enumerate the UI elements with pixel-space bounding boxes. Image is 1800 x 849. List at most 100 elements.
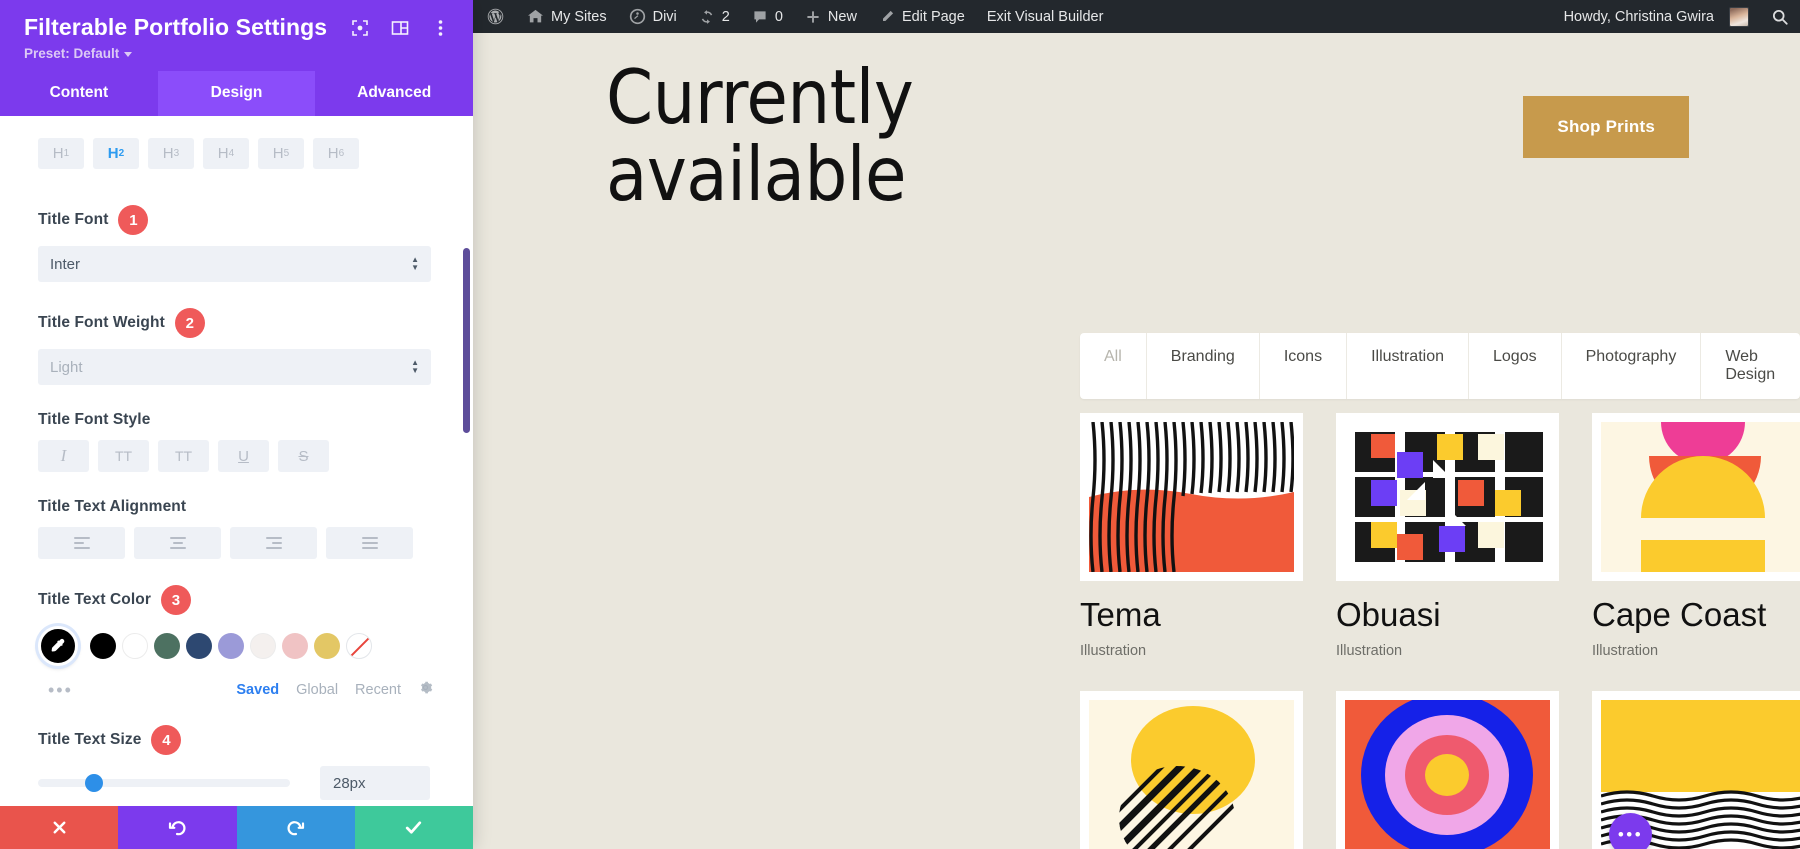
swatch-navy[interactable] — [186, 633, 212, 659]
italic-icon[interactable]: I — [38, 440, 89, 472]
color-tab-global[interactable]: Global — [296, 682, 338, 698]
heading-level-h3[interactable]: H3 — [148, 138, 194, 169]
align-center-icon[interactable] — [134, 527, 221, 559]
swatch-pink[interactable] — [282, 633, 308, 659]
portfolio-grid: Tema Illustration — [1080, 413, 1800, 849]
portfolio-item[interactable] — [1080, 691, 1303, 849]
color-tab-recent[interactable]: Recent — [355, 682, 401, 698]
portfolio-item[interactable]: Obuasi Illustration — [1336, 413, 1559, 659]
more-vertical-icon[interactable] — [429, 17, 451, 39]
redo-icon — [286, 818, 306, 838]
smallcaps-icon[interactable]: TT — [158, 440, 209, 472]
swatch-none[interactable] — [346, 633, 372, 659]
portfolio-title: Obuasi — [1336, 598, 1559, 631]
align-right-icon[interactable] — [230, 527, 317, 559]
portfolio-thumbnail[interactable] — [1080, 413, 1303, 581]
adminbar-wordpress-logo[interactable] — [473, 0, 516, 33]
filter-logos[interactable]: Logos — [1469, 333, 1562, 399]
filter-icons[interactable]: Icons — [1260, 333, 1347, 399]
h-sub: 3 — [174, 148, 180, 159]
uppercase-icon[interactable]: TT — [98, 440, 149, 472]
title-font-select[interactable]: Inter ▲▼ — [38, 246, 431, 282]
adminbar-new[interactable]: New — [794, 0, 868, 33]
filter-all[interactable]: All — [1080, 333, 1147, 399]
comments-icon — [752, 9, 768, 25]
filter-photography[interactable]: Photography — [1562, 333, 1702, 399]
portfolio-thumbnail[interactable] — [1080, 691, 1303, 849]
portfolio-thumbnail[interactable] — [1336, 413, 1559, 581]
swatch-periwinkle[interactable] — [218, 633, 244, 659]
adminbar-edit-page-label: Edit Page — [902, 9, 965, 25]
portfolio-filter-bar: All Branding Icons Illustration Logos Ph… — [1080, 333, 1800, 399]
settings-body: H1 H2 H3 H4 H5 H6 Title Font 1 Inter ▲▼ — [0, 116, 473, 806]
swatch-white[interactable] — [122, 633, 148, 659]
portfolio-item[interactable]: Tema Illustration — [1080, 413, 1303, 659]
adminbar-updates-count: 2 — [722, 9, 730, 25]
tab-content[interactable]: Content — [0, 71, 158, 116]
close-icon — [50, 818, 69, 837]
settings-scrollbar[interactable] — [463, 248, 470, 433]
adminbar-account[interactable]: Howdy, Christina Gwira — [1551, 0, 1760, 33]
adminbar-comments[interactable]: 0 — [741, 0, 794, 33]
undo-button[interactable] — [118, 806, 236, 849]
gear-icon[interactable] — [418, 680, 433, 699]
yellow-circle-hatch-artwork — [1089, 700, 1294, 849]
adminbar-my-sites[interactable]: My Sites — [516, 0, 618, 33]
align-left-icon[interactable] — [38, 527, 125, 559]
filter-branding[interactable]: Branding — [1147, 333, 1260, 399]
color-more-options[interactable]: ••• — [48, 681, 73, 699]
adminbar-search[interactable] — [1760, 0, 1800, 33]
strikethrough-icon[interactable]: S — [278, 440, 329, 472]
slider-handle[interactable] — [85, 774, 103, 792]
title-font-weight-select[interactable]: Light ▲▼ — [38, 349, 431, 385]
adminbar-divi[interactable]: Divi — [618, 0, 688, 33]
h-label: H — [163, 145, 174, 162]
color-tab-saved[interactable]: Saved — [236, 682, 279, 698]
shop-prints-button[interactable]: Shop Prints — [1523, 96, 1689, 158]
portfolio-thumbnail[interactable] — [1336, 691, 1559, 849]
field-title-font-weight: Title Font Weight 2 Light ▲▼ — [38, 308, 433, 385]
portfolio-title: Tema — [1080, 598, 1303, 631]
heading-level-h1[interactable]: H1 — [38, 138, 84, 169]
h-sub: 2 — [119, 148, 125, 159]
portfolio-category: Illustration — [1080, 643, 1303, 659]
floating-more-options-button[interactable]: ••• — [1609, 813, 1652, 849]
hero-heading: Currently available — [606, 59, 1046, 212]
swatch-black[interactable] — [90, 633, 116, 659]
heading-level-h2[interactable]: H2 — [93, 138, 139, 169]
portfolio-item[interactable]: Cape Coast Illustration — [1592, 413, 1800, 659]
tab-advanced[interactable]: Advanced — [315, 71, 473, 116]
portfolio-row — [1080, 691, 1800, 849]
title-text-size-slider[interactable] — [38, 779, 290, 787]
title-text-color-label: Title Text Color — [38, 591, 151, 609]
wp-admin-bar: My Sites Divi 2 0 New Edit Page Exit Vis… — [473, 0, 1800, 33]
h-sub: 6 — [339, 148, 345, 159]
title-text-size-input[interactable]: 28px — [320, 766, 430, 800]
filter-web-design[interactable]: Web Design — [1701, 333, 1800, 399]
heading-level-h5[interactable]: H5 — [258, 138, 304, 169]
adminbar-updates[interactable]: 2 — [688, 0, 741, 33]
swatch-gold[interactable] — [314, 633, 340, 659]
preset-selector[interactable]: Preset: Default — [24, 46, 453, 61]
title-font-weight-label: Title Font Weight — [38, 314, 165, 332]
heading-level-h4[interactable]: H4 — [203, 138, 249, 169]
color-swatch-list — [38, 626, 433, 666]
filter-illustration[interactable]: Illustration — [1347, 333, 1469, 399]
adminbar-exit-visual-builder[interactable]: Exit Visual Builder — [976, 0, 1115, 33]
portfolio-item[interactable] — [1336, 691, 1559, 849]
cancel-button[interactable] — [0, 806, 118, 849]
swatch-green[interactable] — [154, 633, 180, 659]
layout-columns-icon[interactable] — [389, 17, 411, 39]
adminbar-edit-page[interactable]: Edit Page — [868, 0, 976, 33]
heading-level-h6[interactable]: H6 — [313, 138, 359, 169]
portfolio-category: Illustration — [1336, 643, 1559, 659]
tab-design[interactable]: Design — [158, 71, 316, 116]
fullscreen-icon[interactable] — [349, 17, 371, 39]
underline-icon[interactable]: U — [218, 440, 269, 472]
swatch-offwhite[interactable] — [250, 633, 276, 659]
align-justify-icon[interactable] — [326, 527, 413, 559]
color-picker-button[interactable] — [38, 626, 78, 666]
redo-button[interactable] — [237, 806, 355, 849]
portfolio-thumbnail[interactable] — [1592, 413, 1800, 581]
save-button[interactable] — [355, 806, 473, 849]
